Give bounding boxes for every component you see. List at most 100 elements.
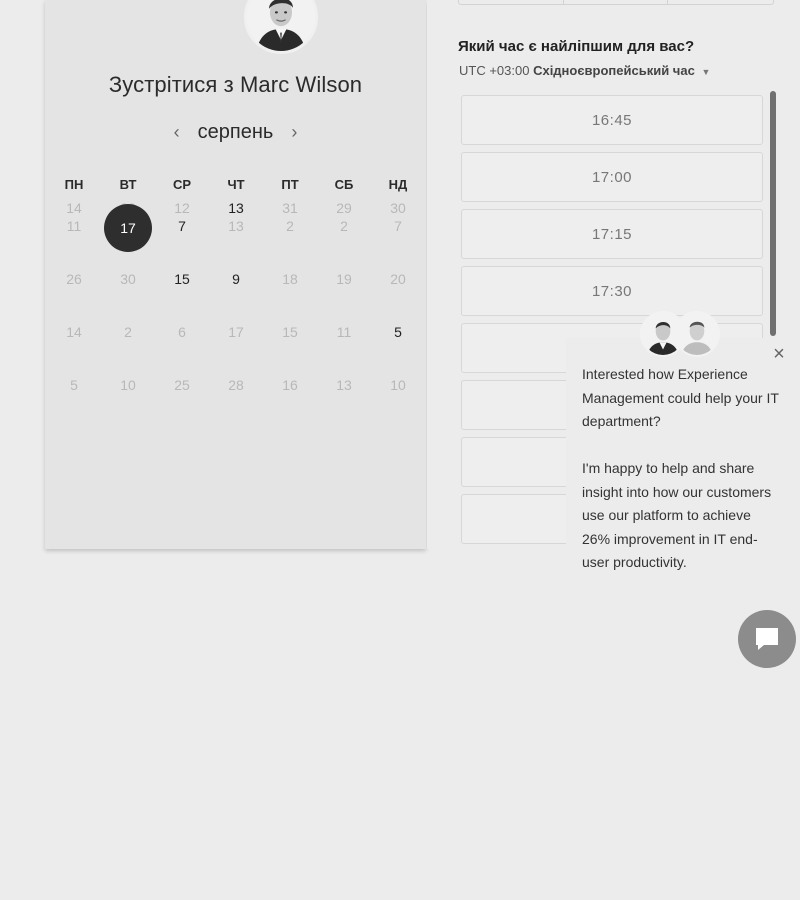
calendar-day-number: 6 [178, 324, 186, 340]
calendar-day: 16 [263, 376, 317, 429]
calendar-day: 13 [317, 376, 371, 429]
close-icon[interactable]: × [770, 344, 788, 364]
weekday-label: ЧТ [227, 177, 245, 192]
calendar-day-number: 18 [282, 271, 298, 287]
calendar-day-number: 11 [66, 218, 82, 234]
calendar-day: 14 [47, 323, 101, 376]
calendar-day[interactable]: 9 [209, 270, 263, 323]
top-tab[interactable] [564, 0, 669, 4]
calendar-day-selected[interactable]: 17 [101, 204, 155, 270]
calendar-day-number: 14 [66, 200, 82, 216]
calendar-day-number: 30 [120, 271, 136, 287]
calendar-day: 30 [371, 199, 425, 217]
weekday-label: ПТ [281, 177, 299, 192]
calendar-day-number: 28 [228, 377, 244, 393]
calendar-day: 25 [155, 376, 209, 429]
calendar-day: 2 [317, 217, 371, 270]
calendar-day-number: 13 [336, 377, 352, 393]
chevron-left-icon[interactable]: ‹ [170, 123, 184, 141]
calendar-day-number: 5 [70, 377, 78, 393]
calendar-day: 29 [317, 199, 371, 217]
chat-launcher-button[interactable] [738, 610, 796, 668]
calendar-day: 12 [155, 199, 209, 217]
weekday-label: НД [388, 177, 408, 192]
calendar-day-number: 13 [228, 200, 244, 216]
chat-message-2: I'm happy to help and share insight into… [582, 460, 772, 570]
time-slot-scrollbar[interactable] [770, 91, 776, 336]
calendar-day[interactable]: 15 [155, 270, 209, 323]
time-slot-button[interactable]: 17:00 [461, 152, 763, 202]
calendar-day[interactable]: 7 [155, 217, 209, 270]
weekday-header: ПН ВТ СР ЧТ ПТ СБ НД [47, 177, 425, 192]
calendar-day: 2 [101, 323, 155, 376]
calendar-day-number: 19 [336, 271, 352, 287]
chat-message: Interested how Experience Management cou… [582, 363, 782, 575]
time-slot-button[interactable]: 16:45 [461, 95, 763, 145]
top-tab[interactable] [459, 0, 564, 4]
meeting-title-prefix: Зустрітися з [108, 72, 234, 97]
calendar-day-number: 14 [66, 324, 82, 340]
calendar-day: 5 [47, 376, 101, 429]
time-question: Який час є найліпшим для вас? [458, 38, 695, 55]
calendar-day-number: 15 [174, 271, 190, 287]
host-avatar [244, 0, 318, 54]
calendar-day-number: 31 [282, 200, 298, 216]
chat-message-1: Interested how Experience Management cou… [582, 366, 779, 429]
calendar-day-number: 30 [390, 200, 406, 216]
calendar-day: 30 [101, 270, 155, 323]
calendar-day[interactable]: 13 [209, 199, 263, 217]
calendar-day-number: 5 [394, 324, 402, 340]
calendar-day-number: 29 [336, 200, 352, 216]
host-name: Marc Wilson [240, 72, 363, 97]
calendar-day-number: 17 [228, 324, 244, 340]
weekday-label: СБ [334, 177, 354, 192]
calendar-day-number: 2 [124, 324, 132, 340]
calendar-day: 2 [263, 217, 317, 270]
caret-down-icon: ▼ [701, 67, 711, 77]
calendar-day-number: 25 [174, 377, 190, 393]
calendar-day-number: 20 [390, 271, 406, 287]
calendar-day: 7 [371, 217, 425, 270]
calendar-day-number: 26 [66, 271, 82, 287]
person-icon [247, 0, 315, 51]
time-slot-button[interactable]: 17:15 [461, 209, 763, 259]
calendar-day-number: 12 [174, 200, 190, 216]
calendar-day-number: 2 [286, 218, 294, 234]
calendar-day-number: 7 [178, 218, 186, 234]
calendar-day: 13 [209, 217, 263, 270]
calendar-day: 6 [155, 323, 209, 376]
calendar-day: 20 [371, 270, 425, 323]
calendar-day: 19 [317, 270, 371, 323]
time-slot-button[interactable]: 17:30 [461, 266, 763, 316]
calendar-card: Зустрітися з Marc Wilson ‹ серпень › ПН В… [45, 0, 426, 549]
calendar-day-number: 10 [390, 377, 406, 393]
calendar-day: 31 [263, 199, 317, 217]
calendar-day-number: 11 [336, 324, 352, 340]
chevron-right-icon[interactable]: › [287, 123, 301, 141]
timezone-selector[interactable]: UTC +03:00 Східноєвропейський час ▼ [459, 63, 710, 78]
month-navigation: ‹ серпень › [45, 118, 426, 146]
top-tab[interactable] [668, 0, 773, 4]
timezone-name: Східноєвропейський час [533, 63, 695, 78]
calendar-day-number: 16 [282, 377, 298, 393]
calendar-day: 17 [209, 323, 263, 376]
weekday-label: СР [172, 177, 192, 192]
calendar-day-number: 7 [394, 218, 402, 234]
calendar-day-number: 17 [104, 204, 152, 252]
weekday-label: ВТ [119, 177, 137, 192]
calendar-day-number: 2 [340, 218, 348, 234]
calendar-day-number: 9 [232, 271, 240, 287]
calendar-day-number: 13 [228, 218, 244, 234]
calendar-day: 11 [47, 217, 101, 270]
agent-avatar [674, 311, 720, 357]
calendar-day-number: 10 [120, 377, 136, 393]
calendar-day: 15 [263, 323, 317, 376]
calendar-day: 18 [263, 270, 317, 323]
calendar-days-grid: 1423121331293011177132272630159181920142… [47, 199, 425, 429]
chat-agent-avatars [640, 311, 724, 359]
timezone-offset: UTC +03:00 [459, 63, 530, 78]
calendar-day: 10 [101, 376, 155, 429]
chat-bubble-icon [756, 628, 778, 650]
calendar-day[interactable]: 5 [371, 323, 425, 376]
weekday-label: ПН [64, 177, 84, 192]
